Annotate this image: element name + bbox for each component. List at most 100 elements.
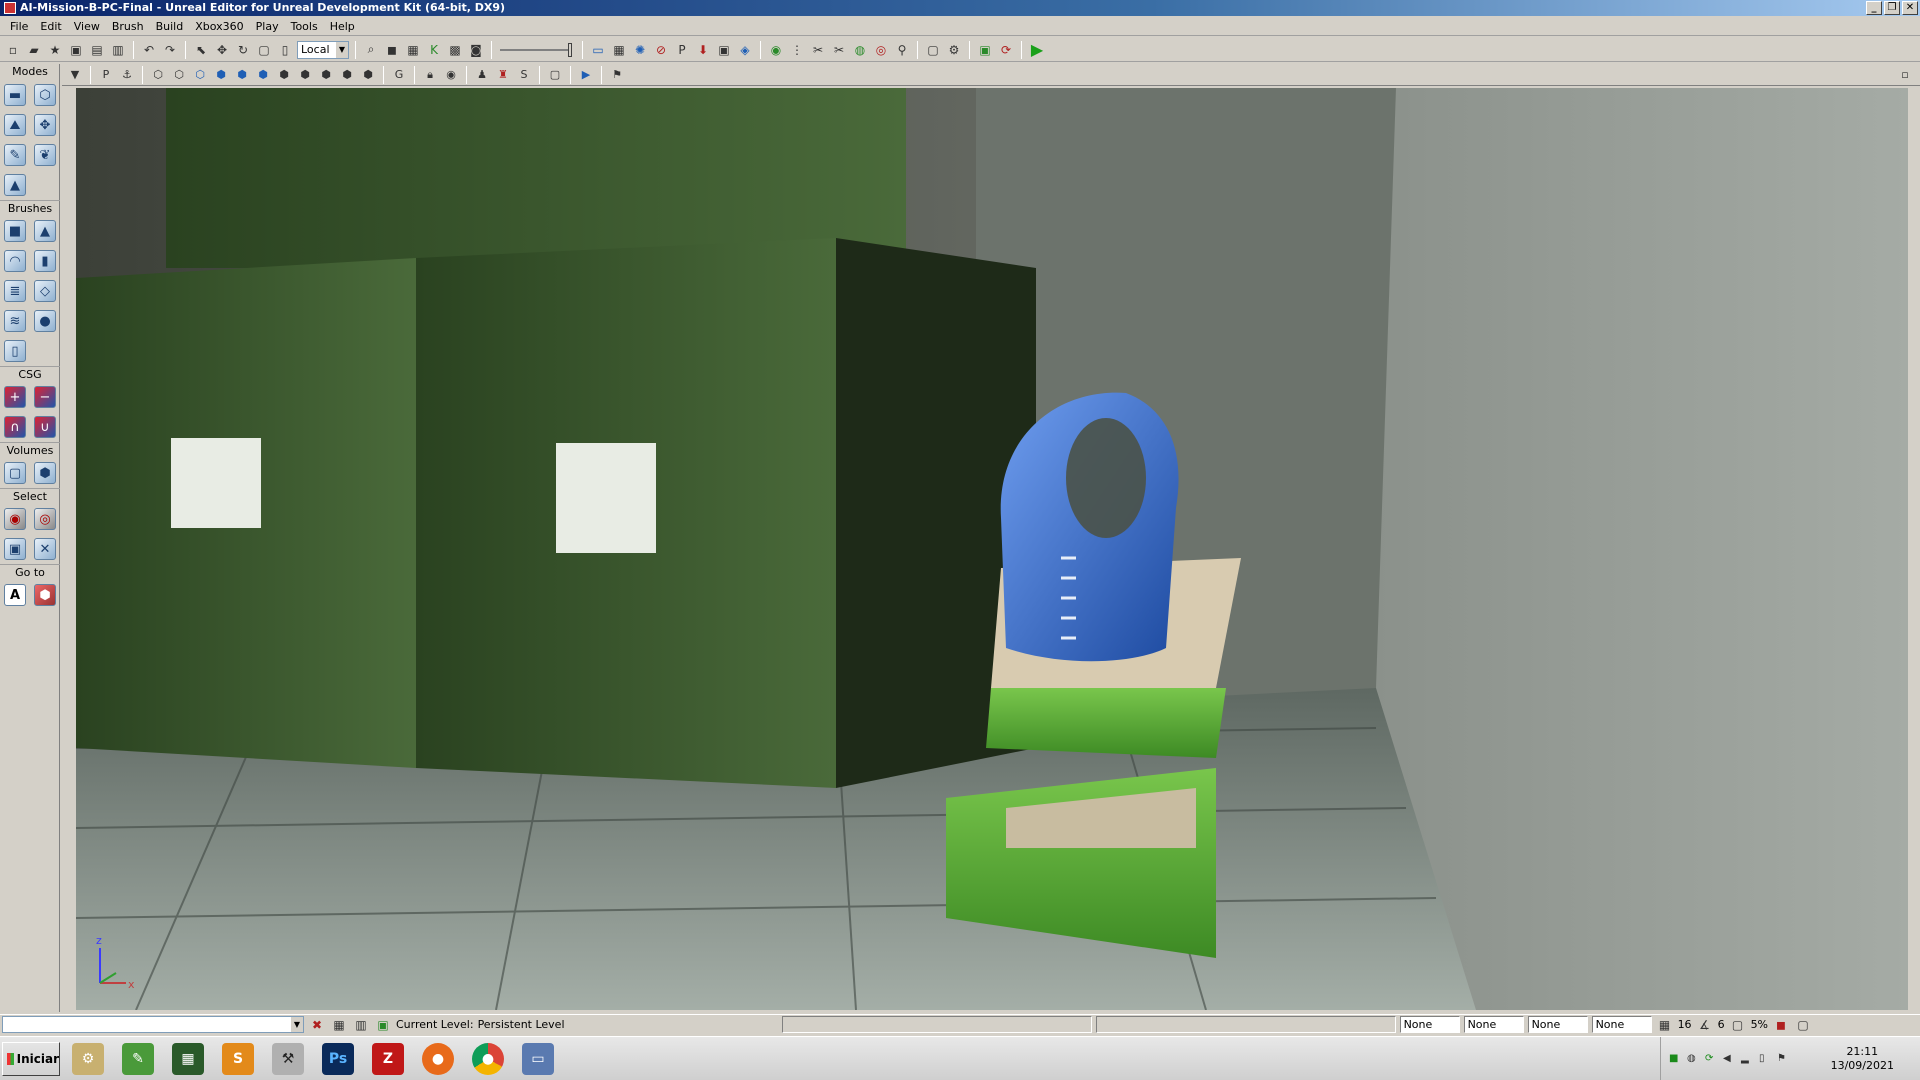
csg-deintersect-button[interactable]: ∪ — [30, 412, 60, 442]
restore-button[interactable]: ❐ — [1884, 1, 1900, 15]
matinee-icon[interactable]: ▩ — [446, 41, 464, 59]
taskbar-udk[interactable]: ⚒ — [266, 1039, 310, 1079]
flag-icon[interactable]: ⚑ — [1777, 1053, 1789, 1065]
cube-brush-button[interactable]: ■ — [0, 216, 30, 246]
show-selected-button[interactable]: ◉ — [0, 504, 30, 534]
add-special-volume-button[interactable]: ⬢ — [30, 458, 60, 488]
tools-d-icon[interactable]: ◎ — [872, 41, 890, 59]
console-icon[interactable]: ▢ — [924, 41, 942, 59]
lighting-info-icon[interactable]: ◈ — [736, 41, 754, 59]
level-grid-icon[interactable]: ▦ — [330, 1016, 348, 1034]
goto-builder-brush-button[interactable]: ⬢ — [30, 580, 60, 610]
volume-icon[interactable]: ◀ — [1723, 1053, 1735, 1065]
build-cover-icon[interactable]: ⊘ — [652, 41, 670, 59]
geometry-mode-button[interactable]: ⬡ — [30, 80, 60, 110]
save-all-icon[interactable]: ▤ — [88, 41, 106, 59]
favorites-icon[interactable]: ★ — [46, 41, 64, 59]
taskbar-chrome[interactable]: ● — [466, 1039, 510, 1079]
stats-s-icon[interactable]: S — [515, 66, 533, 84]
command-input[interactable]: ▼ — [2, 1016, 304, 1033]
rotate-mode-icon[interactable]: ↻ — [234, 41, 252, 59]
close-button[interactable]: ✕ — [1902, 1, 1918, 15]
menu-tools[interactable]: Tools — [285, 20, 324, 33]
system-clock[interactable]: 21:11 13/09/2021 — [1831, 1045, 1894, 1073]
cylinder-brush-button[interactable]: ▮ — [30, 246, 60, 276]
marker-icon[interactable]: ⋮ — [788, 41, 806, 59]
brush-wireframe-icon[interactable]: ⬡ — [170, 66, 188, 84]
build-geometry-icon[interactable]: ▭ — [589, 41, 607, 59]
launch-pc-icon[interactable]: ▣ — [976, 41, 994, 59]
camera-mode-button[interactable]: ▬ — [0, 80, 30, 110]
kismet-k-icon[interactable]: K — [425, 41, 443, 59]
chevron-down-icon[interactable]: ▼ — [291, 1017, 303, 1032]
menu-brush[interactable]: Brush — [106, 20, 150, 33]
cone-brush-button[interactable]: ▲ — [30, 216, 60, 246]
kismet-icon[interactable]: ◼ — [383, 41, 401, 59]
grid-snap-icon[interactable]: ▦ — [1656, 1016, 1674, 1034]
tray-sync-icon[interactable]: ⟳ — [1705, 1053, 1717, 1065]
taskbar-photoshop[interactable]: Ps — [316, 1039, 360, 1079]
camera-icon[interactable]: ◙ — [467, 41, 485, 59]
taskbar-remote-desktop[interactable]: ▭ — [516, 1039, 560, 1079]
menu-file[interactable]: File — [4, 20, 34, 33]
realtime-audio-icon[interactable]: ◼ — [1772, 1016, 1790, 1034]
menu-build[interactable]: Build — [150, 20, 190, 33]
viewport-options-chevron-icon[interactable]: ▼ — [66, 66, 84, 84]
game-view-icon[interactable]: G — [390, 66, 408, 84]
taskbar-sublime[interactable]: S — [216, 1039, 260, 1079]
tray-app-icon[interactable]: ■ — [1669, 1053, 1681, 1065]
select-inside-button[interactable]: ▣ — [0, 534, 30, 564]
taskbar-notepad[interactable]: ✎ — [116, 1039, 160, 1079]
tools-c-icon[interactable]: ◍ — [851, 41, 869, 59]
build-all-icon[interactable]: ⬇ — [694, 41, 712, 59]
taskbar-firefox[interactable]: ● — [416, 1039, 460, 1079]
level-error-icon[interactable]: ✖ — [308, 1016, 326, 1034]
build-p-icon[interactable]: P — [673, 41, 691, 59]
light-complexity-icon[interactable]: ⬢ — [275, 66, 293, 84]
menu-edit[interactable]: Edit — [34, 20, 67, 33]
battery-icon[interactable]: ▯ — [1759, 1053, 1771, 1065]
tray-network-icon[interactable]: ◍ — [1687, 1053, 1699, 1065]
start-button[interactable]: Iniciar — [2, 1041, 60, 1076]
lighting-only-icon[interactable]: ⬢ — [254, 66, 272, 84]
volumetric-brush-button[interactable]: ▯ — [0, 336, 30, 366]
hide-selected-button[interactable]: ◎ — [30, 504, 60, 534]
build-lighting-icon[interactable]: ▦ — [610, 41, 628, 59]
menu-play[interactable]: Play — [250, 20, 285, 33]
scale-mode-icon[interactable]: ▢ — [255, 41, 273, 59]
wireframe-view-icon[interactable]: ⬡ — [149, 66, 167, 84]
tools-a-icon[interactable]: ✂ — [809, 41, 827, 59]
csg-intersect-button[interactable]: ∩ — [0, 412, 30, 442]
csg-add-button[interactable]: + — [0, 382, 30, 412]
redo-icon[interactable]: ↷ — [161, 41, 179, 59]
signal-icon[interactable]: ▂ — [1741, 1053, 1753, 1065]
spiral-stair-button[interactable]: ≋ — [0, 306, 30, 336]
auto-save-icon[interactable]: ▢ — [1794, 1016, 1812, 1034]
lock-selected-icon[interactable]: 🔒︎ — [421, 66, 439, 84]
slider-knob[interactable] — [568, 42, 572, 57]
menu-help[interactable]: Help — [324, 20, 361, 33]
build-paths-icon[interactable]: ✺ — [631, 41, 649, 59]
cook-icon[interactable]: ⚙ — [945, 41, 963, 59]
pilot-actor-icon[interactable]: ♟ — [473, 66, 491, 84]
csg-subtract-button[interactable]: − — [30, 382, 60, 412]
taskbar-explorer[interactable]: ▦ — [166, 1039, 210, 1079]
lock-viewport-icon[interactable]: ⚓ — [118, 66, 136, 84]
detail-lighting-icon[interactable]: ⬢ — [233, 66, 251, 84]
curved-stair-button[interactable]: ◠ — [0, 246, 30, 276]
realtime-preview-icon[interactable]: ▶ — [577, 66, 595, 84]
minimize-button[interactable]: _ — [1866, 1, 1882, 15]
lightmass-icon[interactable]: ▣ — [715, 41, 733, 59]
translate-mode-icon[interactable]: ✥ — [213, 41, 231, 59]
goto-actor-button[interactable]: A — [0, 580, 30, 610]
content-browser-icon[interactable]: ▦ — [404, 41, 422, 59]
rotation-snap-value[interactable]: 6 — [1718, 1018, 1725, 1031]
rotation-snap-icon[interactable]: ∡ — [1696, 1016, 1714, 1034]
menu-xbox360[interactable]: Xbox360 — [189, 20, 249, 33]
nonuniform-scale-icon[interactable]: ▯ — [276, 41, 294, 59]
landscape-mode-button[interactable]: ▲ — [0, 170, 30, 200]
foliage-mode-button[interactable]: ❦ — [30, 140, 60, 170]
maximize-viewport-icon[interactable]: ▢ — [546, 66, 564, 84]
perspective-p-icon[interactable]: P — [97, 66, 115, 84]
scale-snap-value[interactable]: 5% — [1751, 1018, 1768, 1031]
